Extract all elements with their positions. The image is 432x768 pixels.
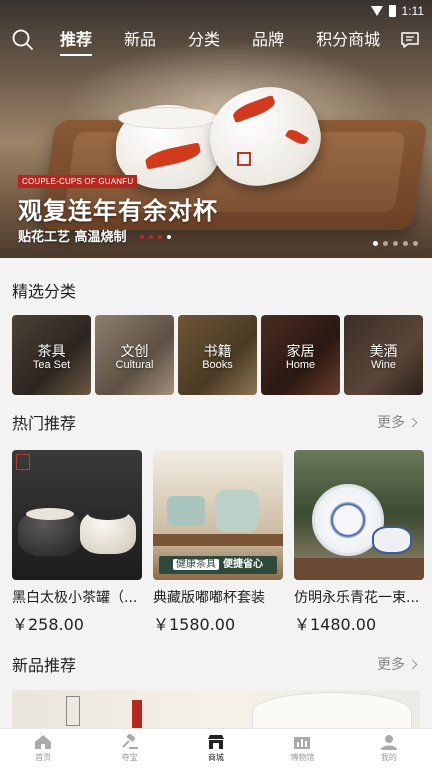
- hero-title: 观复连年有余对杯: [18, 197, 218, 225]
- status-time: 1:11: [401, 4, 424, 18]
- tag-right: 便捷省心: [223, 559, 263, 570]
- pager-dot[interactable]: [403, 241, 408, 246]
- hero-decor-dots: [140, 235, 171, 239]
- category-tea-set[interactable]: 茶具 Tea Set: [12, 315, 91, 395]
- product-card[interactable]: 健康茶具 便捷省心 典藏版嘟嘟杯套装 ￥1580.00: [153, 450, 283, 635]
- bottom-nav-label: 博物馆: [290, 753, 315, 762]
- product-price: ￥258.00: [12, 615, 84, 634]
- battery-icon: [388, 5, 396, 17]
- categories-title: 精选分类: [12, 282, 77, 301]
- category-label-en: Cultural: [115, 359, 154, 371]
- category-label: 茶具: [37, 344, 66, 360]
- hot-more-link[interactable]: 更多: [377, 412, 418, 432]
- bottom-nav-shop[interactable]: 商城: [173, 729, 259, 768]
- gavel-icon: [121, 734, 138, 749]
- category-label: 美酒: [369, 344, 398, 360]
- category-home[interactable]: 家居 Home: [261, 315, 340, 395]
- tab-new[interactable]: 新品: [116, 28, 164, 56]
- product-price: ￥1580.00: [153, 615, 236, 634]
- bottom-nav-label: 首页: [35, 753, 52, 762]
- category-label: 文创: [120, 344, 149, 360]
- category-wine[interactable]: 美酒 Wine: [344, 315, 423, 395]
- search-icon[interactable]: [12, 29, 34, 51]
- category-cultural[interactable]: 文创 Cultural: [95, 315, 174, 395]
- product-name: 典藏版嘟嘟杯套装: [153, 590, 265, 606]
- category-label: 书籍: [203, 344, 232, 360]
- product-price: ￥1480.00: [294, 615, 377, 634]
- product-card[interactable]: 仿明永乐青花一束... ￥1480.00: [294, 450, 424, 635]
- product-name: 仿明永乐青花一束...: [294, 590, 420, 606]
- tab-points-mall[interactable]: 积分商城: [308, 28, 388, 56]
- category-label-en: Wine: [370, 359, 397, 371]
- bottom-nav-museum[interactable]: 博物馆: [259, 729, 345, 768]
- tag-left: 健康茶具: [173, 559, 219, 570]
- product-image: [12, 450, 142, 580]
- hot-product-list: 黑白太极小茶罐（... ￥258.00 健康茶具 便捷省心 典藏版嘟嘟杯套装 ￥1…: [12, 450, 424, 635]
- bottom-nav-label: 我的: [380, 753, 397, 762]
- tab-recommend[interactable]: 推荐: [52, 28, 100, 56]
- bottom-nav-label: 商城: [208, 753, 225, 762]
- user-icon: [380, 735, 397, 750]
- chevron-right-icon: [407, 417, 418, 427]
- pager-dot[interactable]: [393, 241, 398, 246]
- product-name: 黑白太极小茶罐（...: [12, 590, 138, 606]
- pager-dot[interactable]: [373, 241, 378, 246]
- top-nav: 推荐 新品 分类 品牌 积分商城: [0, 22, 432, 62]
- category-label-en: Books: [202, 359, 233, 371]
- tab-category[interactable]: 分类: [180, 28, 228, 56]
- new-title: 新品推荐: [12, 656, 77, 675]
- bottom-nav-profile[interactable]: 我的: [346, 729, 432, 768]
- category-list: 茶具 Tea Set 文创 Cultural 书籍 Books 家居 Home …: [12, 315, 423, 395]
- bottom-nav-auction[interactable]: 夺宝: [86, 729, 172, 768]
- category-label: 家居: [286, 344, 315, 360]
- hero-subtitle: 贴花工艺 高温烧制: [18, 230, 127, 245]
- carousel-pager[interactable]: [373, 241, 418, 246]
- bottom-nav-label: 夺宝: [121, 753, 138, 762]
- product-image: 健康茶具 便捷省心: [153, 450, 283, 580]
- tab-brand[interactable]: 品牌: [244, 28, 292, 56]
- hero-badge: COUPLE-CUPS OF GUANFU: [18, 175, 138, 188]
- more-label: 更多: [377, 415, 405, 431]
- bottom-nav: 首页 夺宝 商城 博物馆 我的: [0, 728, 432, 768]
- category-label-en: Tea Set: [32, 359, 71, 371]
- message-icon[interactable]: [400, 31, 420, 49]
- museum-icon: [294, 737, 311, 749]
- product-image: [294, 450, 424, 580]
- product-tagline: 健康茶具 便捷省心: [159, 556, 277, 574]
- category-books[interactable]: 书籍 Books: [178, 315, 257, 395]
- new-more-link[interactable]: 更多: [377, 654, 418, 674]
- home-icon: [35, 735, 52, 749]
- product-card[interactable]: 黑白太极小茶罐（... ￥258.00: [12, 450, 142, 635]
- wifi-icon: [370, 6, 383, 16]
- bottom-nav-home[interactable]: 首页: [0, 729, 86, 768]
- seal-mark: [237, 152, 251, 166]
- pager-dot[interactable]: [383, 241, 388, 246]
- shop-icon: [208, 735, 225, 749]
- chevron-right-icon: [407, 659, 418, 669]
- pager-dot[interactable]: [413, 241, 418, 246]
- nav-tabs: 推荐 新品 分类 品牌 积分商城: [52, 28, 404, 56]
- hot-title: 热门推荐: [12, 414, 77, 433]
- status-bar: 1:11: [370, 0, 432, 22]
- category-label-en: Home: [285, 359, 316, 371]
- more-label: 更多: [377, 657, 405, 673]
